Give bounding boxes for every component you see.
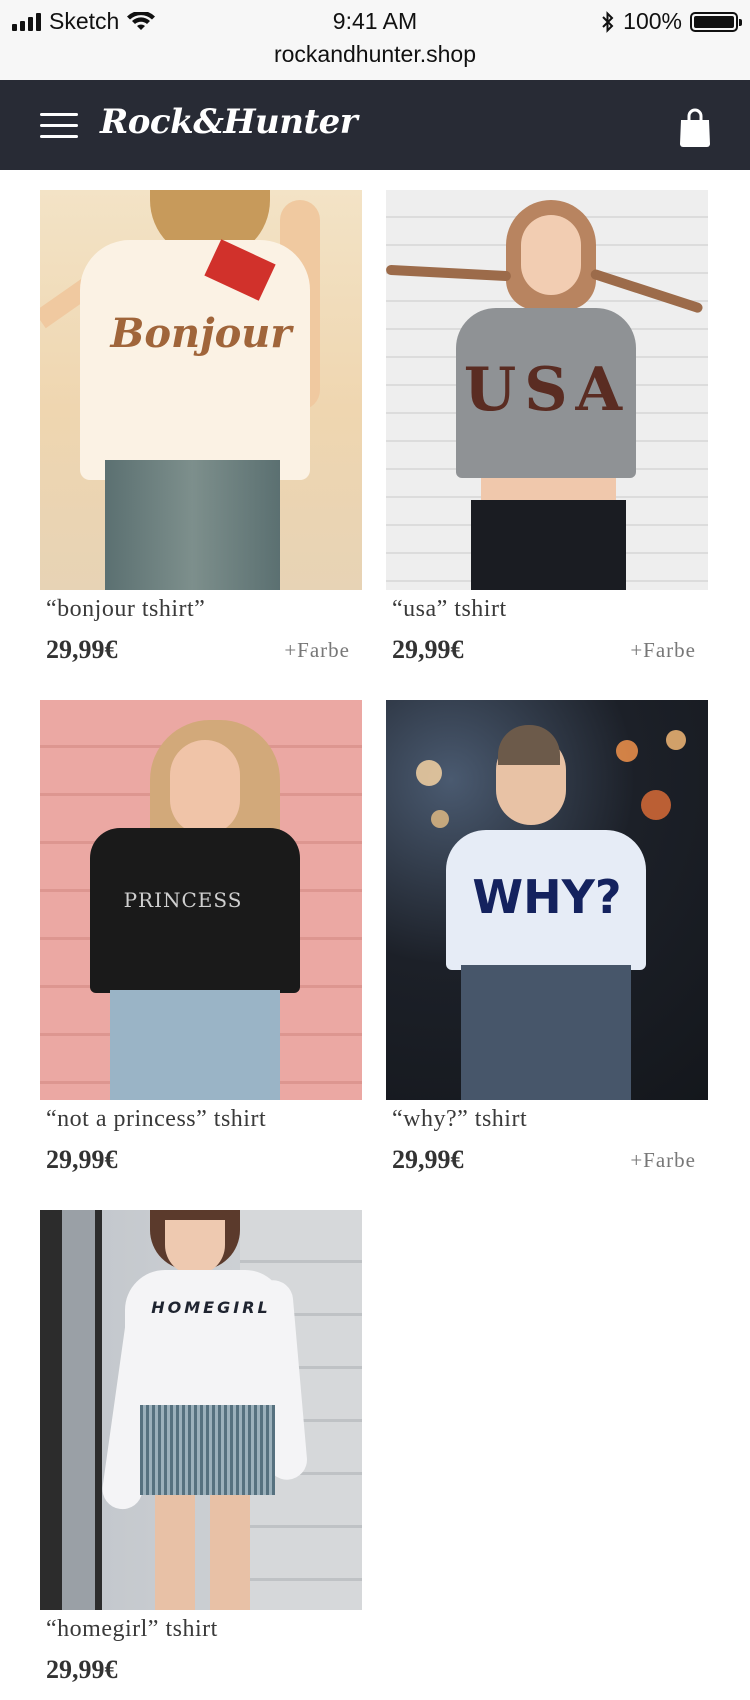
product-price: 29,99€ [46,1145,118,1174]
product-price: 29,99€ [392,635,464,664]
color-option-link[interactable]: +Farbe [284,638,350,663]
product-card[interactable]: PRINCESS “not a princess” tshirt 29,99€ [40,700,362,1174]
hamburger-menu-icon[interactable] [40,113,78,139]
battery-icon [690,11,742,32]
color-option-link[interactable]: +Farbe [630,638,696,663]
product-price: 29,99€ [46,635,118,664]
shirt-print-text: WHY? [472,870,622,924]
product-card[interactable]: Bonjour “bonjour tshirt” 29,99€ +Farbe [40,190,362,664]
product-name[interactable]: “why?” tshirt [392,1106,527,1133]
product-price: 29,99€ [46,1655,118,1684]
product-card[interactable]: HOMEGIRL “homegirl” tshirt 29,99€ [40,1210,362,1684]
product-name[interactable]: “bonjour tshirt” [46,596,205,623]
shirt-print-text: Bonjour [110,310,292,357]
battery-percent: 100% [623,8,682,34]
product-card[interactable]: USA “usa” tshirt 29,99€ +Farbe [386,190,708,664]
shirt-print-text: PRINCESS [123,888,243,912]
color-option-link[interactable]: +Farbe [630,1148,696,1173]
product-image[interactable]: PRINCESS [40,700,362,1100]
shirt-print-text: HOMEGIRL [151,1298,271,1317]
brand-logo[interactable]: Rock&Hunter [100,102,358,142]
status-right: 100% [601,8,742,35]
product-price: 29,99€ [392,1145,464,1174]
product-name[interactable]: “homegirl” tshirt [46,1616,218,1643]
product-image[interactable]: USA [386,190,708,590]
product-image[interactable]: Bonjour [40,190,362,590]
product-card[interactable]: WHY? “why?” tshirt 29,99€ +Farbe [386,700,708,1174]
product-name[interactable]: “usa” tshirt [392,596,507,623]
url-address[interactable]: rockandhunter.shop [0,41,750,68]
top-navigation: Rock&Hunter [0,80,750,170]
status-bar: Sketch 9:41 AM rockandhunter.shop 100% [0,0,750,80]
product-name[interactable]: “not a princess” tshirt [46,1106,266,1133]
product-image[interactable]: WHY? [386,700,708,1100]
bluetooth-icon [602,10,614,33]
product-image[interactable]: HOMEGIRL [40,1210,362,1610]
shirt-print-text: USA [463,355,631,425]
shopping-bag-icon[interactable] [678,108,712,148]
